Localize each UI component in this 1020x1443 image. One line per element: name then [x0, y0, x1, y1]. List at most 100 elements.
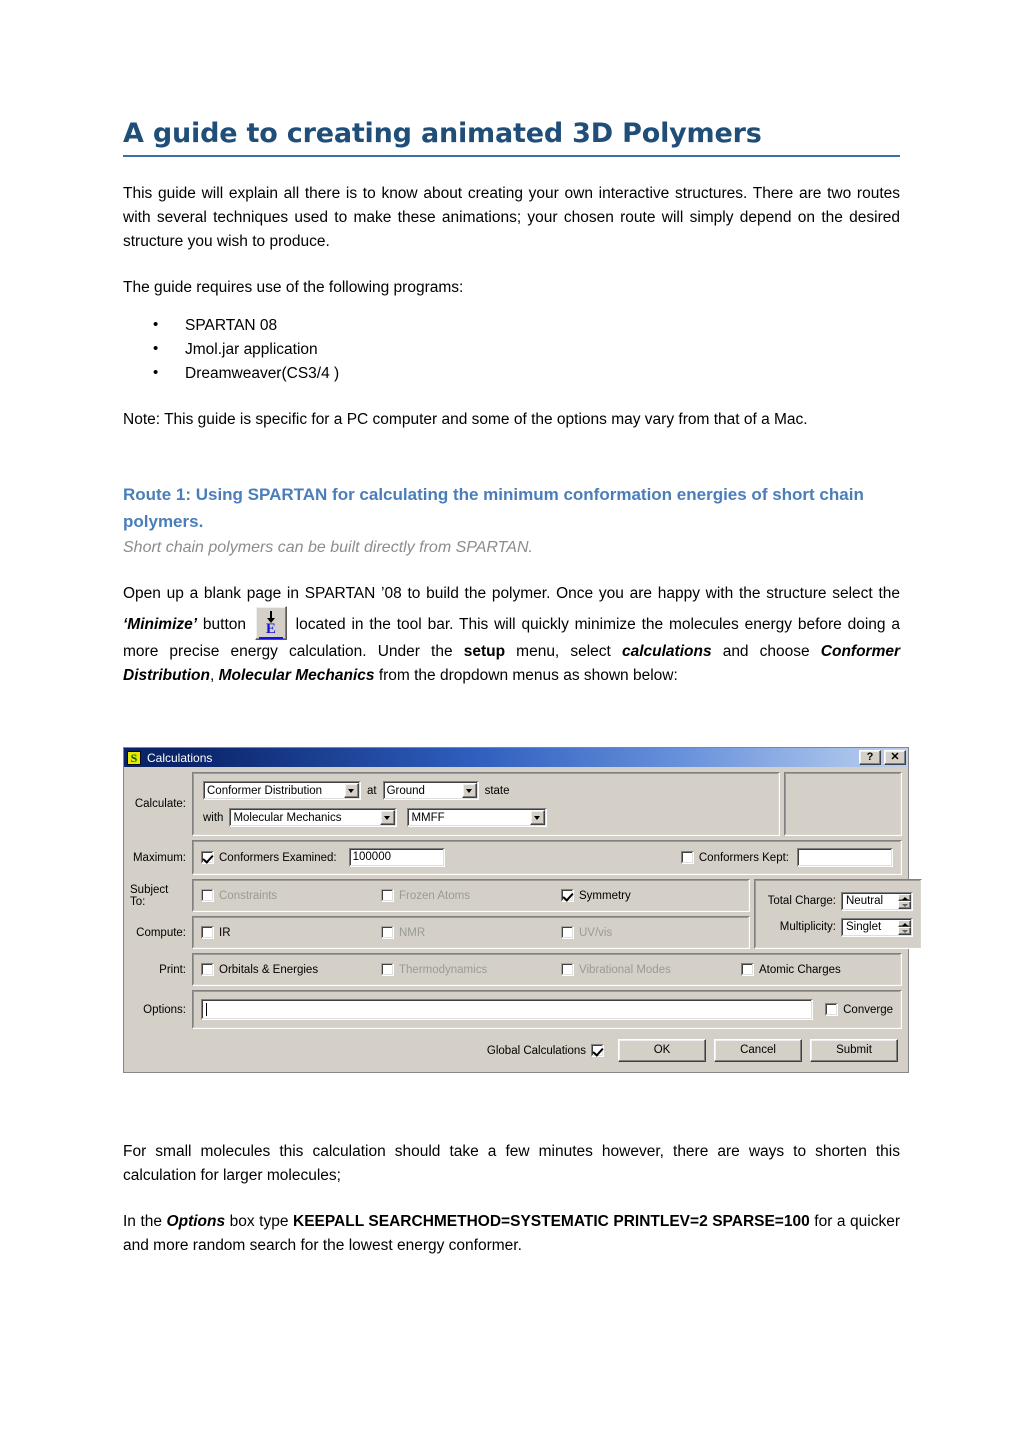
vibrational-modes-checkbox[interactable]: Vibrational Modes — [561, 963, 741, 976]
checkbox-icon — [825, 1003, 839, 1016]
spinner-up-icon[interactable] — [898, 919, 911, 927]
atomic-charges-checkbox[interactable]: Atomic Charges — [741, 963, 841, 976]
help-button[interactable]: ? — [859, 750, 881, 765]
forcefield-value: MMFF — [411, 811, 445, 824]
frozen-atoms-label: Frozen Atoms — [399, 889, 470, 902]
conformers-examined-checkbox[interactable]: Conformers Examined: — [201, 851, 337, 864]
minimize-toolbar-icon: E — [254, 606, 287, 641]
method-value: Molecular Mechanics — [233, 811, 342, 824]
options-label: Options: — [143, 1003, 186, 1016]
task-dropdown[interactable]: Conformer Distribution — [203, 781, 361, 800]
vibrational-modes-label: Vibrational Modes — [579, 963, 671, 976]
spinner-buttons[interactable] — [898, 893, 911, 909]
charge-panel-wrap: Total Charge: Neutral Multiplicity: Sing… — [754, 879, 922, 949]
calculate-line-1: Conformer Distribution at Ground state — [203, 781, 769, 800]
converge-checkbox[interactable]: Converge — [825, 1003, 893, 1016]
total-charge-spinner[interactable]: Neutral — [841, 891, 913, 911]
submit-button[interactable]: Submit — [810, 1039, 898, 1062]
state-value: Ground — [386, 784, 425, 797]
calculate-label: Calculate: — [134, 798, 186, 810]
subject-to-label: Subject To: — [130, 883, 169, 908]
conformers-kept-input[interactable] — [797, 848, 893, 867]
options-input[interactable] — [201, 999, 814, 1020]
global-calculations-checkbox[interactable]: Global Calculations — [487, 1044, 604, 1057]
calculations-dialog: S Calculations ? ✕ Calculate: Conformer … — [123, 747, 922, 1073]
compute-group: IR NMR UV/vis — [192, 916, 750, 949]
checkbox-icon — [561, 889, 574, 902]
thermodynamics-label: Thermodynamics — [399, 963, 488, 976]
converge-label: Converge — [843, 1003, 893, 1016]
calculate-side-panel — [784, 772, 902, 836]
checkbox-icon — [201, 851, 214, 864]
global-calculations-label: Global Calculations — [486, 1044, 586, 1057]
conformers-kept-label: Conformers Kept: — [698, 851, 789, 864]
conformers-examined-label: Conformers Examined: — [219, 851, 337, 864]
calculations-emphasis: calculations — [621, 643, 712, 661]
nmr-checkbox[interactable]: NMR — [381, 926, 561, 939]
steps-text-part6: , — [209, 667, 219, 685]
orbitals-energies-checkbox[interactable]: Orbitals & Energies — [201, 963, 381, 976]
program-list: SPARTAN 08 Jmol.jar application Dreamwea… — [123, 313, 900, 386]
options-text-part1: In the — [123, 1213, 167, 1230]
frozen-atoms-checkbox[interactable]: Frozen Atoms — [381, 889, 561, 902]
mechanics-emphasis: Molecular Mechanics — [218, 667, 375, 685]
checkbox-icon — [561, 963, 574, 976]
conformers-kept-checkbox[interactable]: Conformers Kept: — [680, 851, 789, 864]
subject-compute-row: Subject To: Constraints Frozen Atoms Sym… — [130, 879, 922, 949]
subject-to-row: Subject To: Constraints Frozen Atoms Sym… — [130, 879, 750, 912]
dialog-body: Calculate: Conformer Distribution at Gro… — [124, 767, 922, 1072]
chevron-down-icon[interactable] — [380, 810, 396, 825]
close-icon[interactable]: ✕ — [884, 750, 906, 765]
document-content: A guide to creating animated 3D Polymers… — [123, 118, 900, 688]
ir-checkbox[interactable]: IR — [201, 926, 381, 939]
compute-label: Compute: — [136, 926, 186, 939]
spinner-buttons[interactable] — [898, 919, 911, 935]
nmr-label: NMR — [399, 926, 426, 939]
with-label: with — [203, 811, 224, 824]
after-dialog-paragraph: For small molecules this calculation sho… — [123, 1143, 900, 1184]
total-charge-label: Total Charge: — [767, 895, 836, 907]
closing-content: For small molecules this calculation sho… — [123, 1140, 900, 1258]
options-command: KEEPALL SEARCHMETHOD=SYSTEMATIC PRINTLEV… — [293, 1213, 810, 1230]
options-group: Converge — [192, 990, 902, 1029]
chevron-down-icon[interactable] — [344, 783, 359, 798]
constraints-checkbox[interactable]: Constraints — [201, 889, 381, 902]
chevron-down-icon[interactable] — [461, 783, 477, 798]
text-caret — [206, 1003, 207, 1016]
spinner-up-icon[interactable] — [898, 893, 911, 901]
spinner-down-icon[interactable] — [898, 927, 911, 935]
options-text-part2: box type — [225, 1213, 293, 1230]
conformers-examined-input[interactable]: 100000 — [348, 848, 445, 867]
multiplicity-line: Multiplicity: Singlet — [761, 917, 913, 937]
thermodynamics-checkbox[interactable]: Thermodynamics — [381, 963, 561, 976]
dialog-titlebar[interactable]: S Calculations ? ✕ — [124, 748, 908, 767]
symmetry-checkbox[interactable]: Symmetry — [561, 889, 741, 902]
spinner-down-icon[interactable] — [898, 901, 911, 909]
spartan-app-icon: S — [127, 750, 141, 765]
multiplicity-spinner[interactable]: Singlet — [841, 917, 913, 937]
print-label: Print: — [159, 963, 186, 976]
setup-emphasis: setup — [463, 643, 506, 661]
requires-line: The guide requires use of the following … — [123, 279, 464, 297]
state-dropdown[interactable]: Ground — [382, 781, 479, 800]
steps-text-part1: Open up a blank page in SPARTAN ’08 to b… — [123, 585, 900, 603]
calculate-group: Conformer Distribution at Ground state w… — [192, 772, 780, 836]
maximum-group: Conformers Examined: 100000 Conformers K… — [192, 840, 902, 875]
method-dropdown[interactable]: Molecular Mechanics — [229, 808, 398, 827]
checkbox-icon — [381, 926, 394, 939]
cancel-button[interactable]: Cancel — [714, 1039, 802, 1062]
uvvis-checkbox[interactable]: UV/vis — [561, 926, 741, 939]
calculate-row: Calculate: Conformer Distribution at Gro… — [130, 772, 902, 836]
forcefield-dropdown[interactable]: MMFF — [407, 808, 548, 827]
total-charge-line: Total Charge: Neutral — [761, 891, 913, 911]
chevron-down-icon[interactable] — [530, 810, 546, 825]
multiplicity-value: Singlet — [846, 920, 882, 933]
print-group: Orbitals & Energies Thermodynamics Vibra… — [192, 953, 902, 986]
ok-button[interactable]: OK — [618, 1039, 706, 1062]
compute-row: Compute: IR NMR UV/vis — [130, 916, 750, 949]
constraints-label: Constraints — [219, 889, 278, 902]
checkbox-icon — [381, 889, 394, 902]
steps-text-part5: and choose — [711, 643, 821, 661]
options-emphasis: Options — [166, 1213, 226, 1230]
list-item: Jmol.jar application — [123, 337, 900, 362]
